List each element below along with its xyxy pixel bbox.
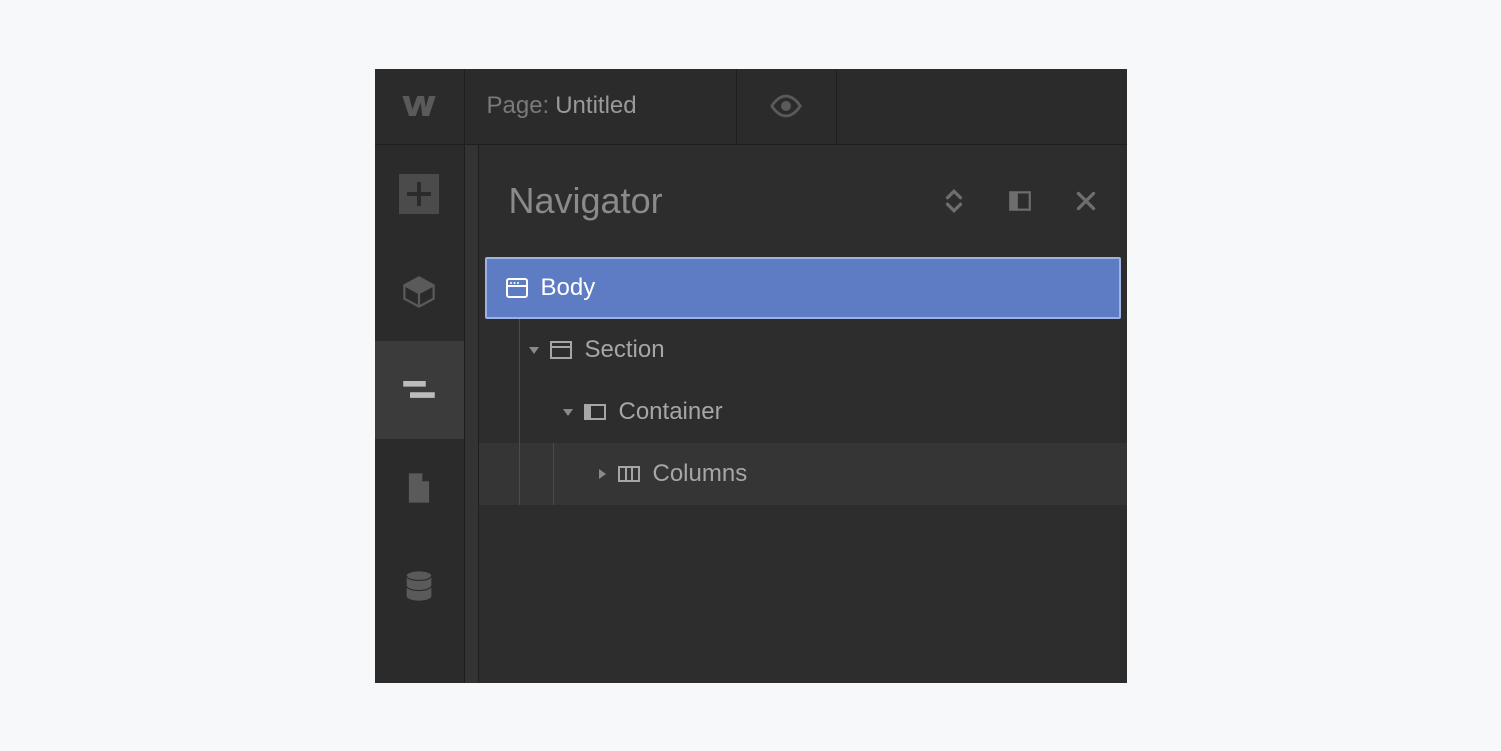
symbols-button[interactable] (375, 243, 464, 341)
close-icon (1073, 188, 1099, 214)
database-icon (401, 568, 437, 604)
navigator-tree: Body Section (479, 257, 1127, 683)
main-area: Navigator (375, 145, 1127, 683)
plus-square-icon (397, 172, 441, 216)
tree-item-columns[interactable]: Columns (479, 443, 1127, 505)
disclosure-triangle[interactable] (595, 468, 609, 480)
tree-item-body[interactable]: Body (485, 257, 1121, 319)
disclosure-triangle[interactable] (561, 406, 575, 418)
panel-actions (939, 186, 1101, 216)
collapse-all-button[interactable] (939, 186, 969, 216)
navigator-icon (401, 372, 437, 408)
tree-item-label: Body (541, 274, 596, 302)
webflow-logo-icon (399, 86, 439, 126)
eye-icon (769, 89, 803, 123)
cms-button[interactable] (375, 537, 464, 635)
section-icon (549, 338, 573, 362)
add-elements-button[interactable] (375, 145, 464, 243)
panel-dock-icon (1007, 188, 1033, 214)
navigator-button[interactable] (375, 341, 464, 439)
navigator-panel: Navigator (479, 145, 1127, 683)
tree-item-container[interactable]: Container (479, 381, 1127, 443)
logo-button[interactable] (375, 69, 465, 145)
body-icon (505, 276, 529, 300)
panel-header: Navigator (479, 145, 1127, 257)
tree-item-label: Container (619, 398, 723, 426)
page-title: Untitled (555, 92, 636, 120)
disclosure-triangle[interactable] (527, 344, 541, 356)
columns-icon (617, 462, 641, 486)
close-panel-button[interactable] (1071, 186, 1101, 216)
collapse-icon (941, 188, 967, 214)
tree-item-label: Section (585, 336, 665, 364)
top-bar-spacer (837, 69, 1127, 145)
app-window: Page: Untitled (375, 69, 1127, 683)
cube-icon (401, 274, 437, 310)
tree-item-section[interactable]: Section (479, 319, 1127, 381)
page-label-prefix: Page: (487, 92, 550, 120)
top-bar: Page: Untitled (375, 69, 1127, 145)
pages-button[interactable] (375, 439, 464, 537)
container-icon (583, 400, 607, 424)
panel-title: Navigator (509, 180, 939, 222)
dock-panel-button[interactable] (1005, 186, 1035, 216)
page-icon (401, 470, 437, 506)
panel-grip[interactable] (465, 145, 479, 683)
page-selector[interactable]: Page: Untitled (465, 69, 737, 145)
left-rail (375, 145, 465, 683)
tree-item-label: Columns (653, 460, 748, 488)
preview-button[interactable] (737, 69, 837, 145)
